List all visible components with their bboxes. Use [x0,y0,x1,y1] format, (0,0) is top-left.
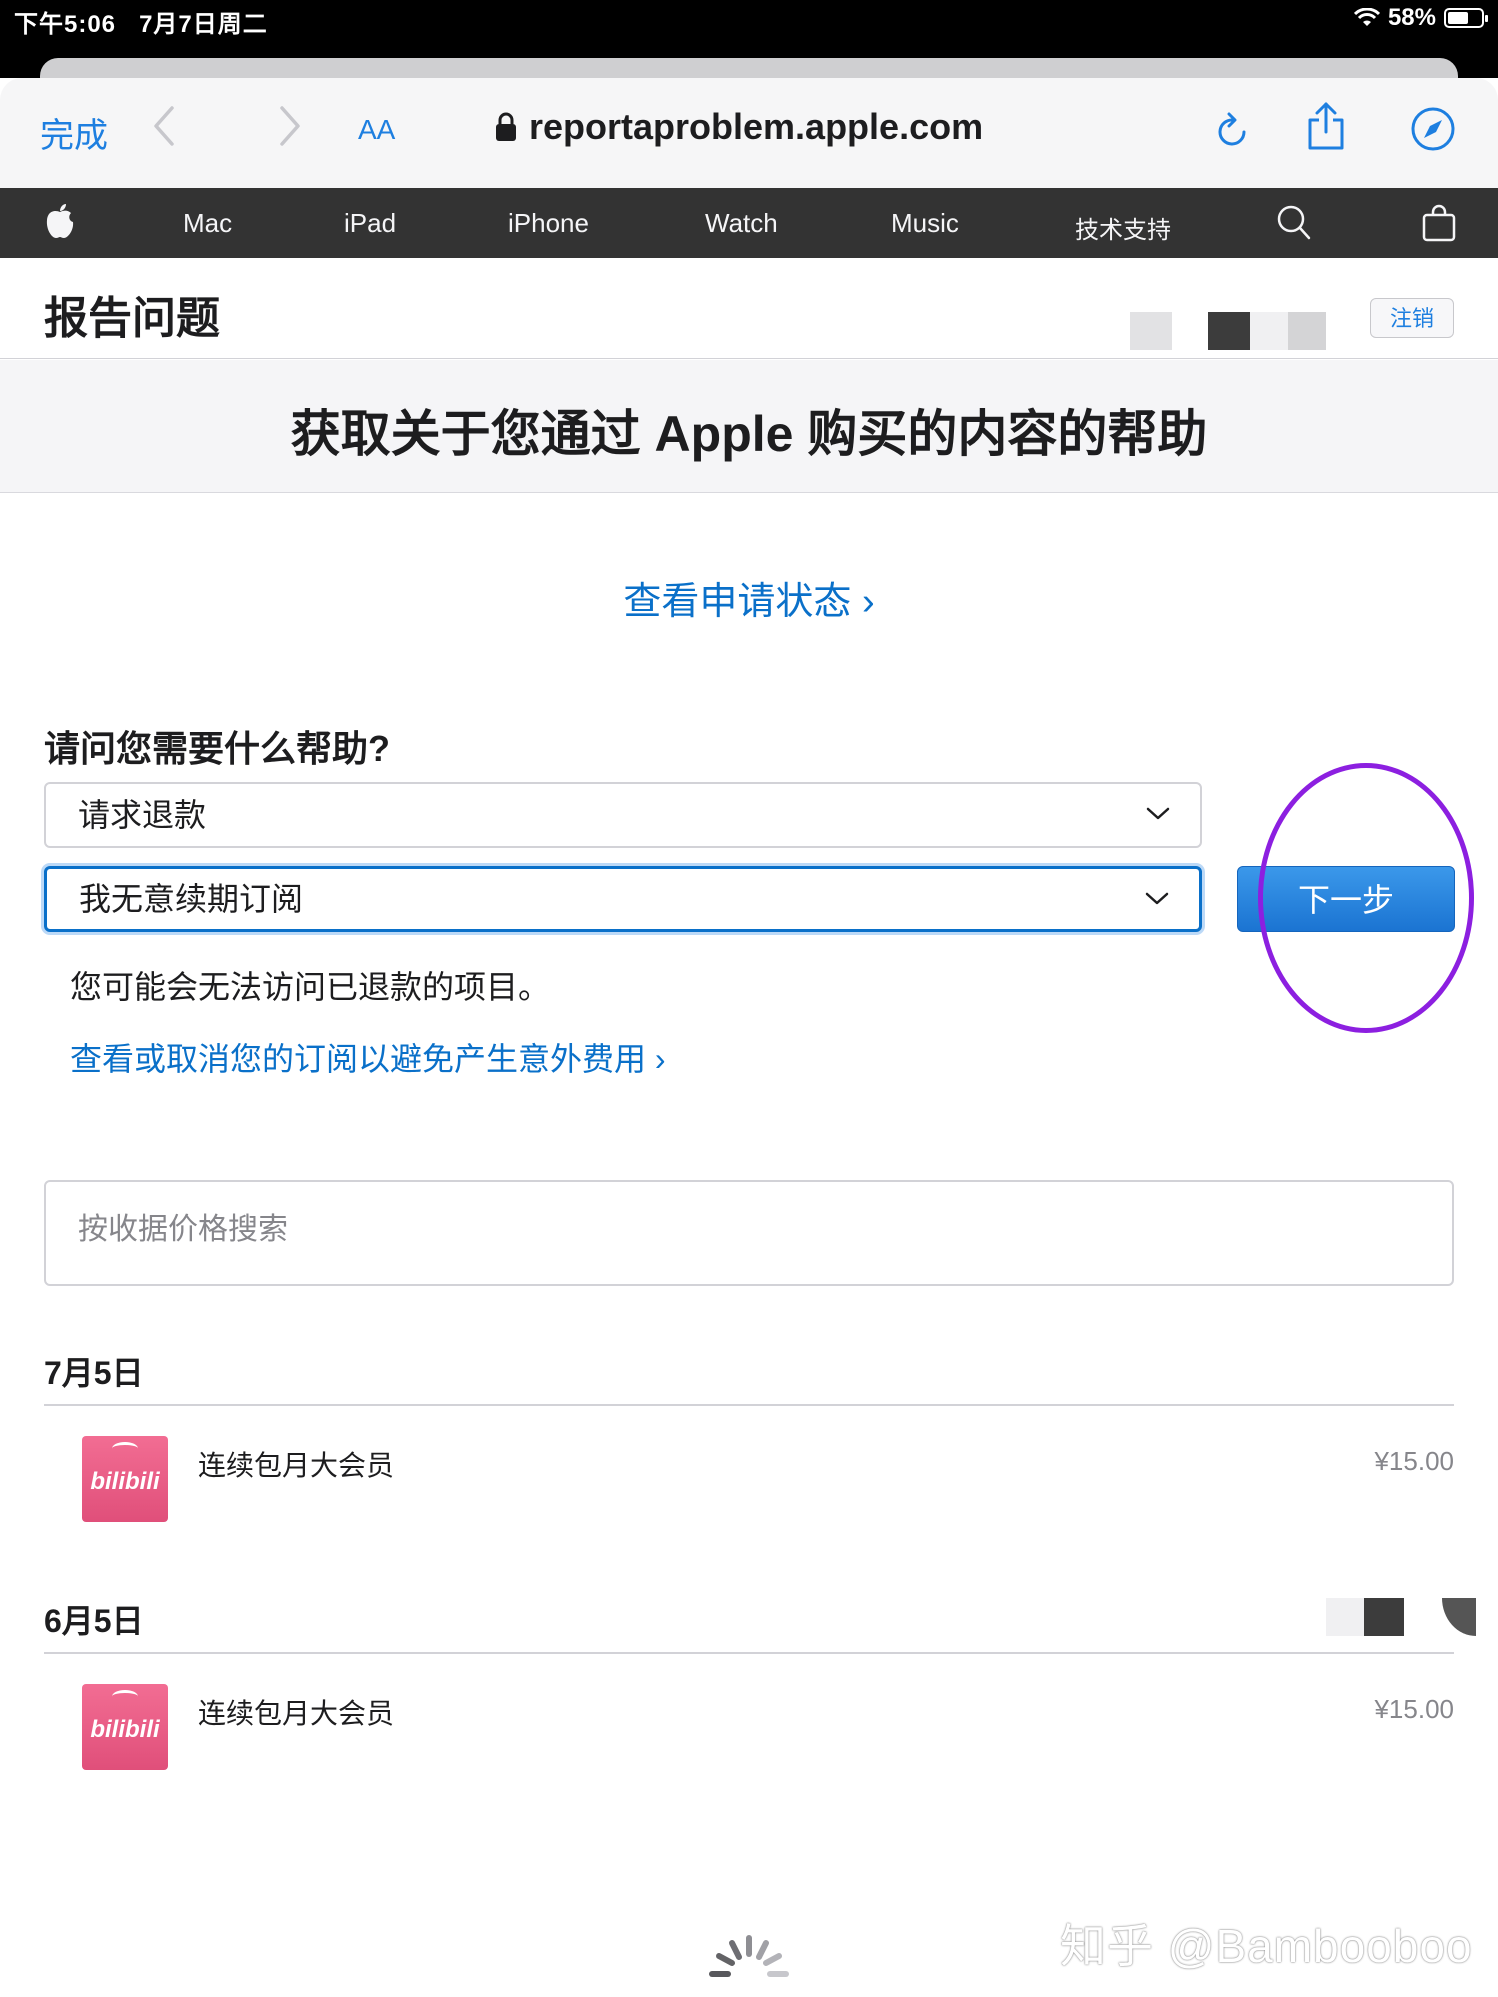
done-button[interactable]: 完成 [40,108,108,157]
nav-item-support[interactable]: 技术支持 [1075,210,1171,245]
apple-logo-icon[interactable] [44,202,76,240]
redacted-block [1326,1598,1364,1636]
refund-note: 您可能会无法访问已退款的项目。 [70,969,551,1005]
lock-icon [496,112,516,141]
clock-date: 7月7日周二 [139,11,268,38]
redacted-block [1364,1598,1404,1636]
wifi-icon [1353,8,1380,26]
date-divider [44,1404,1454,1406]
page-title: 报告问题 [44,294,220,343]
chevron-down-icon [1146,807,1170,820]
chevron-down-icon [1145,892,1169,905]
nav-item-music[interactable]: Music [891,208,959,239]
share-icon[interactable] [1306,100,1346,152]
status-indicators: 58% [1353,4,1488,32]
url-text: reportaproblem.apple.com [529,106,984,147]
watermark: 知乎 @Bambooboo [1060,1920,1473,1972]
battery-icon [1444,8,1488,28]
request-type-value: 请求退款 [78,797,207,833]
nav-item-iphone[interactable]: iPhone [508,208,589,239]
logout-button[interactable]: 注销 [1370,298,1454,338]
redacted-block [1208,312,1250,350]
purchase-item-name[interactable]: 连续包月大会员 [198,1444,394,1484]
date-divider [44,1652,1454,1654]
address-bar[interactable]: reportaproblem.apple.com [495,106,983,148]
chevron-right-icon[interactable] [274,104,304,148]
redacted-block [1288,312,1326,350]
view-request-status-link[interactable]: 查看申请状态 › [0,570,1498,625]
clock-time: 下午5:06 [14,11,117,38]
hero-title: 获取关于您通过 Apple 购买的内容的帮助 [290,406,1208,462]
redacted-block [1250,312,1288,350]
browser-toolbar: 完成 AA reportaproblem.apple.com [0,78,1498,188]
purchase-item-price: ¥15.00 [1374,1694,1454,1724]
compass-icon[interactable] [1410,106,1456,152]
nav-item-ipad[interactable]: iPad [344,208,396,239]
text-size-button[interactable]: AA [358,114,395,146]
bilibili-app-icon: bilibili [82,1436,168,1522]
receipt-search-box[interactable] [44,1180,1454,1286]
reason-value: 我无意续期订阅 [79,881,304,917]
annotation-circle [1258,763,1474,1033]
nav-item-mac[interactable]: Mac [183,208,232,239]
purchase-date-heading: 6月5日 [44,1603,144,1639]
header-divider [0,358,1498,359]
redacted-block [1130,312,1172,350]
status-time: 下午5:06 7月7日周二 [14,4,268,39]
search-icon[interactable] [1276,204,1312,242]
apple-global-nav: Mac iPad iPhone Watch Music 技术支持 [0,188,1498,258]
manage-subscriptions-link[interactable]: 查看或取消您的订阅以避免产生意外费用 › [70,1034,666,1080]
purchase-item-price: ¥15.00 [1374,1446,1454,1476]
bilibili-app-icon: bilibili [82,1684,168,1770]
app-icon-label: bilibili [90,1716,160,1743]
reload-icon[interactable] [1216,110,1250,150]
receipt-search-input[interactable] [76,1212,1380,1248]
loading-spinner-icon [709,1935,789,1977]
redacted-block [1442,1598,1476,1636]
reason-select[interactable]: 我无意续期订阅 [44,866,1202,932]
purchase-date-heading: 7月5日 [44,1355,144,1391]
chevron-left-icon[interactable] [150,104,180,148]
request-type-select[interactable]: 请求退款 [44,782,1202,848]
nav-item-watch[interactable]: Watch [705,208,778,239]
help-question-label: 请问您需要什么帮助? [44,728,390,769]
shopping-bag-icon[interactable] [1422,204,1456,242]
app-icon-label: bilibili [90,1468,160,1495]
purchase-item-name[interactable]: 连续包月大会员 [198,1692,394,1732]
hero-band: 获取关于您通过 Apple 购买的内容的帮助 [0,360,1498,493]
battery-percent: 58% [1387,4,1436,31]
